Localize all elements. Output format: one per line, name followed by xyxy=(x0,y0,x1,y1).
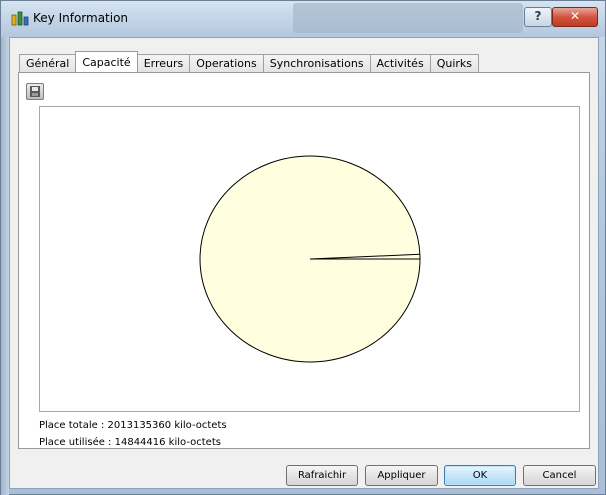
background-blur xyxy=(293,3,523,33)
close-button[interactable]: ✕ xyxy=(552,7,598,27)
pie-chart xyxy=(199,155,421,363)
capacity-chart xyxy=(39,106,580,412)
used-space-label: Place utilisée : 14844416 kilo-octets xyxy=(39,437,221,448)
dialog-client: Général Capacité Erreurs Operations Sync… xyxy=(9,37,599,489)
close-icon: ✕ xyxy=(569,9,581,23)
save-button[interactable] xyxy=(26,83,44,100)
app-icon xyxy=(11,11,29,26)
tab-synchronisations[interactable]: Synchronisations xyxy=(262,54,371,72)
refresh-button[interactable]: Rafraichir xyxy=(286,465,358,486)
apply-button[interactable]: Appliquer xyxy=(365,465,438,486)
tab-capacite[interactable]: Capacité xyxy=(75,51,138,72)
window-frame-left xyxy=(1,37,9,495)
tab-general[interactable]: Général xyxy=(19,54,77,72)
tab-strip: Général Capacité Erreurs Operations Sync… xyxy=(19,51,479,72)
help-button[interactable]: ? xyxy=(524,7,552,27)
total-space-label: Place totale : 2013135360 kilo-octets xyxy=(39,420,227,431)
save-icon xyxy=(30,86,40,97)
tab-operations[interactable]: Operations xyxy=(189,54,264,72)
tab-activites[interactable]: Activités xyxy=(369,54,431,72)
key-information-window: Key Information ? ✕ Général Capacité Err… xyxy=(0,0,606,495)
tab-quirks[interactable]: Quirks xyxy=(429,54,479,72)
help-icon: ? xyxy=(534,9,542,23)
title-bar[interactable]: Key Information ? ✕ xyxy=(1,1,605,37)
tab-erreurs[interactable]: Erreurs xyxy=(136,54,191,72)
ok-button[interactable]: OK xyxy=(444,465,516,486)
cancel-button[interactable]: Cancel xyxy=(523,465,596,486)
capacity-panel: Place totale : 2013135360 kilo-octets Pl… xyxy=(18,72,590,449)
window-title: Key Information xyxy=(33,11,129,25)
